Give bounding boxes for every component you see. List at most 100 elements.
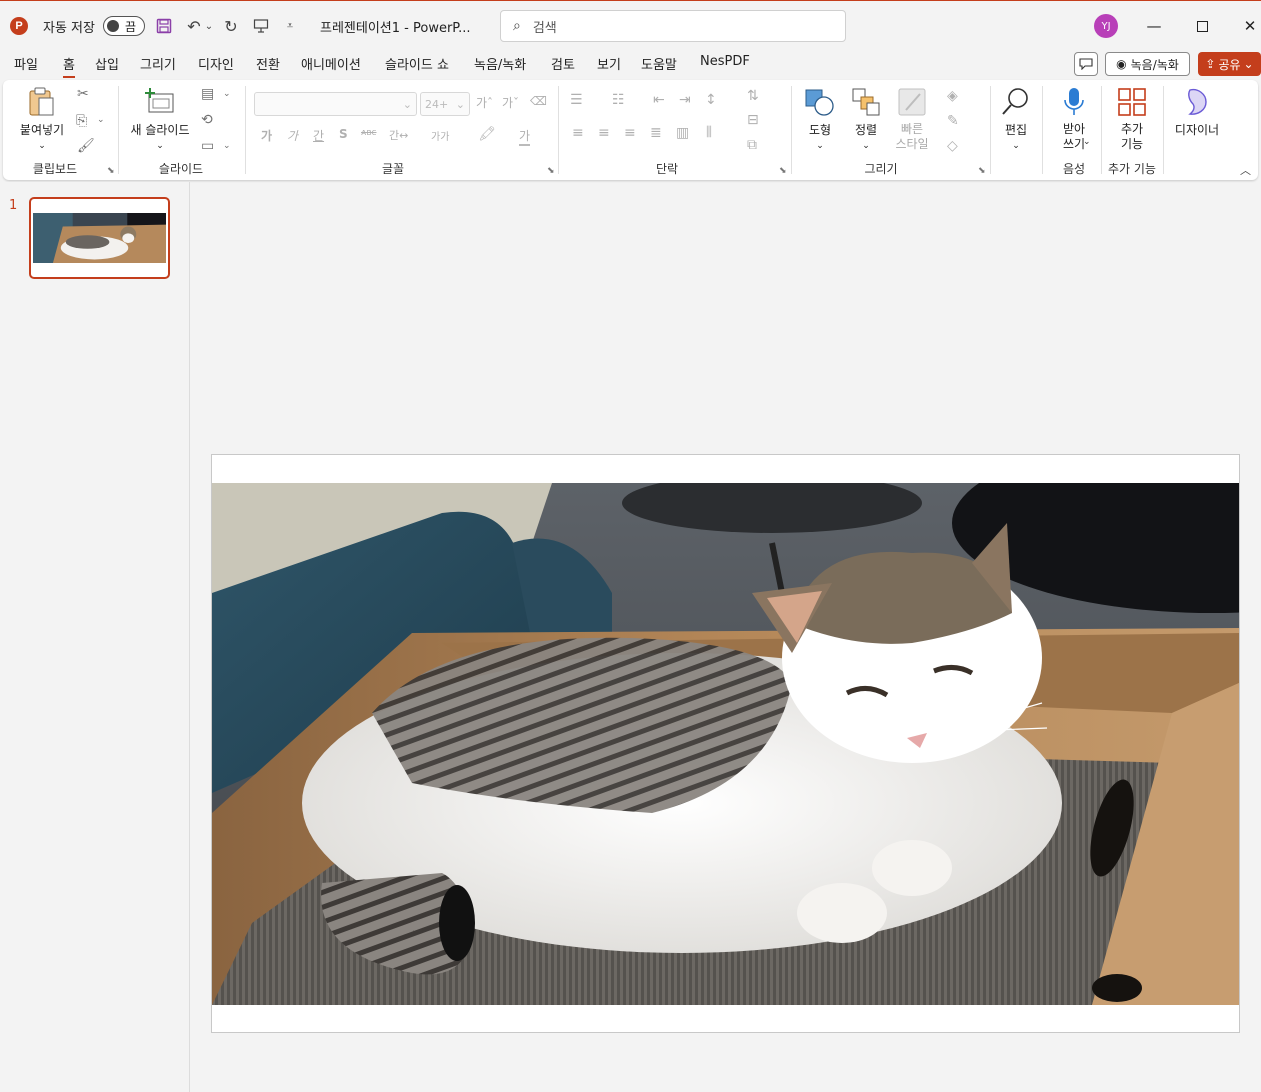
- line-spacing-icon[interactable]: ↕: [705, 92, 717, 108]
- slide-canvas[interactable]: [211, 454, 1240, 1033]
- slides-pane: 1: [0, 182, 190, 1092]
- text-direction-icon[interactable]: ⇅: [747, 88, 759, 104]
- increase-indent-icon[interactable]: ⇥: [679, 92, 691, 108]
- clipboard-launcher-icon[interactable]: ⬊: [107, 166, 115, 176]
- tab-slideshow[interactable]: 슬라이드 쇼: [385, 54, 449, 76]
- tab-nespdf[interactable]: NesPDF: [700, 54, 750, 76]
- present-icon[interactable]: [250, 1, 272, 51]
- numbering-icon[interactable]: ☷: [612, 92, 625, 108]
- share-button[interactable]: ⇪ 공유 ⌄: [1198, 52, 1261, 76]
- record-label: 녹음/녹화: [1130, 57, 1179, 72]
- highlight-icon[interactable]: 🖍: [478, 126, 496, 142]
- copy-icon[interactable]: ⎘: [76, 113, 87, 129]
- collapse-ribbon-icon[interactable]: ︿: [1240, 162, 1251, 178]
- addins-icon: [1116, 86, 1148, 118]
- shapes-dropdown-icon: ⌄: [816, 141, 824, 151]
- underline-icon[interactable]: 간: [313, 127, 324, 144]
- quick-styles-button[interactable]: 빠른 스타일: [887, 86, 937, 152]
- tab-animations[interactable]: 애니메이션: [301, 54, 361, 76]
- shape-effects-icon[interactable]: ◇: [947, 138, 958, 154]
- align-right-icon[interactable]: ≡: [624, 125, 636, 141]
- clear-format-icon[interactable]: ⌫: [530, 94, 547, 108]
- tab-help[interactable]: 도움말: [641, 54, 677, 76]
- font-name-combo[interactable]: ⌄: [254, 92, 417, 116]
- drawing-launcher-icon[interactable]: ⬊: [978, 166, 986, 176]
- arrange-label: 정렬: [854, 123, 878, 137]
- addins-button[interactable]: 추가 기능: [1111, 86, 1153, 152]
- tab-transitions[interactable]: 전환: [256, 54, 280, 76]
- copy-dropdown-icon[interactable]: ⌄: [97, 115, 105, 125]
- maximize-icon[interactable]: [1179, 1, 1225, 51]
- dictate-dropdown-icon[interactable]: ⌄: [1083, 137, 1091, 147]
- align-center-icon[interactable]: ≡: [598, 125, 610, 141]
- search-input[interactable]: ⌕ 검색: [500, 10, 846, 42]
- smartart-icon[interactable]: ⧉: [747, 137, 757, 153]
- tab-insert[interactable]: 삽입: [95, 54, 119, 76]
- section-icon[interactable]: ▭: [201, 138, 214, 154]
- cat-photo[interactable]: [212, 483, 1239, 1005]
- tab-record[interactable]: 녹음/녹화: [474, 54, 526, 76]
- undo-dropdown-icon[interactable]: ⌄: [203, 1, 215, 51]
- customize-toolbar-icon[interactable]: ⩡: [279, 1, 301, 51]
- align-left-icon[interactable]: ≡: [572, 125, 584, 141]
- paragraph-launcher-icon[interactable]: ⬊: [779, 166, 787, 176]
- columns-icon[interactable]: ⫼: [706, 125, 712, 140]
- align-text-icon[interactable]: ⊟: [747, 112, 759, 128]
- undo-icon[interactable]: ↶: [183, 1, 205, 51]
- layout-icon[interactable]: ▤: [201, 86, 214, 102]
- bullets-icon[interactable]: ☰: [570, 92, 583, 108]
- grow-font-icon[interactable]: 가ˆ: [476, 94, 493, 111]
- divider: [1163, 86, 1164, 174]
- shape-fill-icon[interactable]: ◈: [947, 88, 958, 104]
- bold-icon[interactable]: 가: [261, 127, 272, 144]
- font-size-value: 24+: [425, 97, 449, 111]
- decrease-indent-icon[interactable]: ⇤: [653, 92, 665, 108]
- tab-review[interactable]: 검토: [551, 54, 575, 76]
- redo-icon[interactable]: ↻: [220, 1, 242, 51]
- record-button[interactable]: ◉ 녹음/녹화: [1105, 52, 1190, 76]
- reset-icon[interactable]: ⟲: [201, 112, 213, 128]
- editing-button[interactable]: 편집 ⌄: [999, 86, 1033, 154]
- slides-group-label: 슬라이드: [158, 162, 204, 176]
- layout-dropdown-icon[interactable]: ⌄: [223, 89, 231, 99]
- tab-file[interactable]: 파일: [14, 54, 38, 76]
- char-spacing-icon[interactable]: 간↔: [389, 127, 408, 143]
- italic-icon[interactable]: 가: [287, 127, 298, 144]
- minimize-icon[interactable]: —: [1131, 1, 1177, 51]
- section-dropdown-icon[interactable]: ⌄: [223, 141, 231, 151]
- shape-outline-icon[interactable]: ✎: [947, 113, 959, 129]
- microphone-icon: [1058, 86, 1090, 118]
- shrink-font-icon[interactable]: 가ˇ: [502, 94, 519, 111]
- font-color-icon[interactable]: 가: [519, 127, 531, 146]
- font-size-combo[interactable]: 24+ ⌄: [420, 92, 470, 116]
- paste-label: 붙여넣기: [19, 123, 65, 137]
- tab-design[interactable]: 디자인: [198, 54, 234, 76]
- format-painter-icon[interactable]: 🖌: [77, 138, 95, 154]
- strikethrough-icon[interactable]: ᴀʙᴄ: [361, 128, 377, 138]
- record-dot-icon: ◉: [1116, 57, 1127, 71]
- arrange-button[interactable]: 정렬 ⌄: [847, 86, 885, 154]
- close-icon[interactable]: ✕: [1227, 1, 1261, 51]
- save-icon[interactable]: [153, 1, 175, 51]
- shapes-button[interactable]: 도형 ⌄: [801, 86, 839, 154]
- avatar[interactable]: YJ: [1094, 14, 1118, 38]
- designer-button[interactable]: 디자이너: [1169, 86, 1225, 138]
- tab-home[interactable]: 홈: [63, 54, 75, 78]
- tab-draw[interactable]: 그리기: [140, 54, 176, 76]
- justify-icon[interactable]: ≣: [650, 125, 662, 141]
- autosave-toggle[interactable]: 끔: [103, 1, 145, 51]
- shadow-icon[interactable]: S: [339, 127, 348, 141]
- cut-icon[interactable]: ✂: [77, 86, 89, 102]
- tab-view[interactable]: 보기: [597, 54, 621, 76]
- change-case-icon[interactable]: 가가: [431, 128, 449, 143]
- slide-thumbnail[interactable]: [29, 197, 170, 279]
- new-slide-label: 새 슬라이드: [130, 123, 190, 137]
- distributed-icon[interactable]: ▥: [676, 125, 689, 141]
- shapes-icon: [804, 86, 836, 118]
- powerpoint-logo-icon: P: [10, 1, 30, 51]
- new-slide-dropdown-icon: ⌄: [156, 141, 164, 151]
- font-launcher-icon[interactable]: ⬊: [547, 166, 555, 176]
- paste-button[interactable]: 붙여넣기 ⌄: [17, 86, 67, 154]
- new-slide-button[interactable]: 새 슬라이드 ⌄: [127, 86, 193, 154]
- comments-icon[interactable]: [1074, 52, 1098, 76]
